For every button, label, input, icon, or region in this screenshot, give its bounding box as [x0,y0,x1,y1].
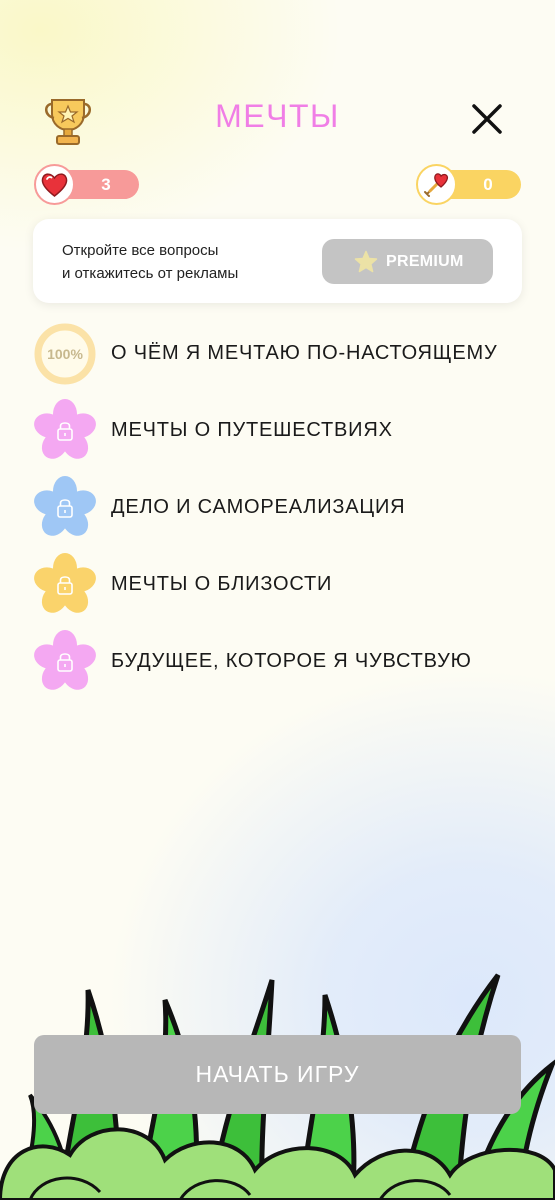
star-icon [354,250,378,273]
topic-name: МЕЧТЫ О ПУТЕШЕСТВИЯХ [111,419,393,441]
start-game-label: НАЧАТЬ ИГРУ [195,1061,360,1087]
topic-name: ДЕЛО И САМОРЕАЛИЗАЦИЯ [111,496,406,518]
promo-text: Откройте все вопросы и откажитесь от рек… [62,239,302,285]
topic-item-future[interactable]: БУДУЩЕЕ, КОТОРОЕ Я ЧУВСТВУЮ [0,628,555,698]
topic-name: МЕЧТЫ О БЛИЗОСТИ [111,573,333,595]
progress-ring-icon: 100% [32,321,98,387]
heart-icon [34,164,75,205]
locked-flower-icon [34,630,96,690]
hearts-value: 3 [101,175,111,194]
keys-value: 0 [483,175,493,194]
promo-line-1: Откройте все вопросы [62,242,219,259]
keys-counter[interactable]: 0 [416,164,521,205]
topic-item-self-realization[interactable]: ДЕЛО И САМОРЕАЛИЗАЦИЯ [0,474,555,544]
topic-item-dreams-truly[interactable]: 100% О ЧЁМ Я МЕЧТАЮ ПО-НАСТОЯЩЕМУ [0,320,555,390]
premium-button-label: PREMIUM [386,253,464,270]
key-icon [416,164,457,205]
locked-flower-icon [34,399,96,459]
hearts-counter[interactable]: 3 [34,164,139,205]
header: МЕЧТЫ [0,90,555,150]
premium-button[interactable]: PREMIUM [322,239,493,284]
locked-flower-icon [34,553,96,613]
topic-progress: 100% [47,346,83,362]
close-icon[interactable] [466,98,508,140]
topic-name: БУДУЩЕЕ, КОТОРОЕ Я ЧУВСТВУЮ [111,650,472,672]
premium-promo-card: Откройте все вопросы и откажитесь от рек… [33,219,522,303]
promo-line-2: и откажитесь от рекламы [62,265,239,282]
topic-item-intimacy[interactable]: МЕЧТЫ О БЛИЗОСТИ [0,551,555,621]
start-game-button[interactable]: НАЧАТЬ ИГРУ [34,1035,521,1114]
topic-name: О ЧЁМ Я МЕЧТАЮ ПО-НАСТОЯЩЕМУ [111,342,498,364]
topic-item-travel[interactable]: МЕЧТЫ О ПУТЕШЕСТВИЯХ [0,397,555,467]
locked-flower-icon [34,476,96,536]
